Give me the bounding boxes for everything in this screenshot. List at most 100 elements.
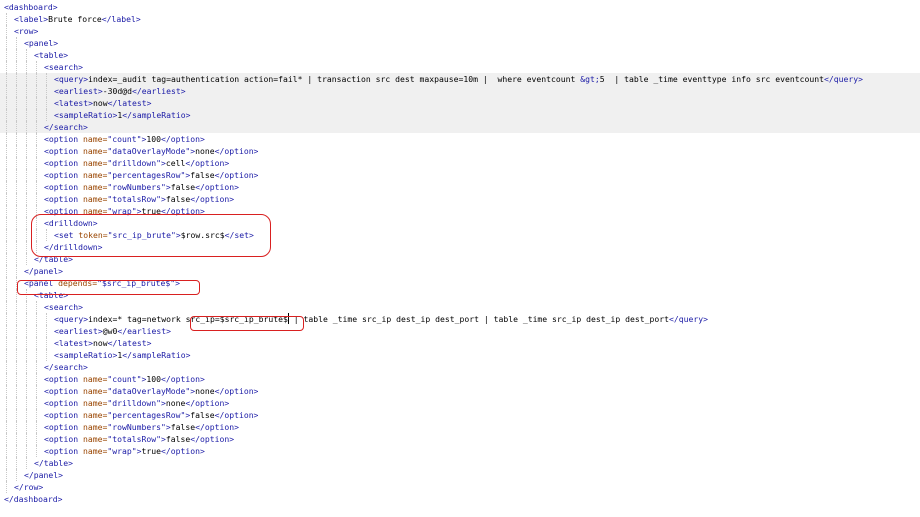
- code-text: <query>index=_audit tag=authentication a…: [54, 73, 863, 85]
- code-line[interactable]: </row>: [0, 481, 920, 493]
- code-text: <earliest>-30d@d</earliest>: [54, 85, 186, 97]
- indent-guide: [6, 97, 7, 109]
- code-line[interactable]: <latest>now</latest>: [0, 337, 920, 349]
- code-line[interactable]: <table>: [0, 49, 920, 61]
- indent-guide: [46, 97, 47, 109]
- indent-guide: [6, 109, 7, 121]
- code-line[interactable]: <option name="totalsRow">false</option>: [0, 193, 920, 205]
- code-token-attr: name=: [82, 194, 108, 204]
- indent-guide: [26, 325, 27, 337]
- code-line[interactable]: </drilldown>: [0, 241, 920, 253]
- code-line[interactable]: <sampleRatio>1</sampleRatio>: [0, 349, 920, 361]
- code-token-str: "rowNumbers": [107, 182, 166, 192]
- indent-guide: [26, 133, 27, 145]
- code-token-tag: </table>: [34, 254, 73, 264]
- code-line[interactable]: <dashboard>: [0, 1, 920, 13]
- code-token-tag: </option>: [190, 194, 235, 204]
- code-text: <sampleRatio>1</sampleRatio>: [54, 109, 190, 121]
- indent-guide: [26, 181, 27, 193]
- code-text: </dashboard>: [4, 493, 62, 505]
- code-line[interactable]: <search>: [0, 61, 920, 73]
- indent-guide: [16, 301, 17, 313]
- code-token-tag: </option>: [214, 410, 259, 420]
- code-line[interactable]: <earliest>-30d@d</earliest>: [0, 85, 920, 97]
- code-line[interactable]: </panel>: [0, 469, 920, 481]
- indent-guide: [36, 337, 37, 349]
- indent-guide: [16, 385, 17, 397]
- code-line[interactable]: <query>index=* tag=network src_ip=$src_i…: [0, 313, 920, 325]
- code-token-attr: name=: [82, 134, 108, 144]
- code-line[interactable]: <search>: [0, 301, 920, 313]
- code-token-tag: <search>: [44, 302, 83, 312]
- code-text: <option name="rowNumbers">false</option>: [44, 421, 239, 433]
- indent-guide: [6, 145, 7, 157]
- code-token-txt: none: [195, 386, 215, 396]
- indent-guide: [46, 349, 47, 361]
- code-line[interactable]: <set token="src_ip_brute">$row.src$</set…: [0, 229, 920, 241]
- code-token-tag: </earliest>: [131, 86, 186, 96]
- code-line[interactable]: <panel depends="$src_ip_brute$">: [0, 277, 920, 289]
- code-line[interactable]: </search>: [0, 361, 920, 373]
- indent-guide: [16, 337, 17, 349]
- code-text: <option name="rowNumbers">false</option>: [44, 181, 239, 193]
- code-token-tag: <earliest>: [54, 86, 103, 96]
- code-line[interactable]: <option name="wrap">true</option>: [0, 445, 920, 457]
- code-line[interactable]: <option name="drilldown">cell</option>: [0, 157, 920, 169]
- indent-guide: [16, 397, 17, 409]
- code-line[interactable]: <option name="rowNumbers">false</option>: [0, 421, 920, 433]
- code-line[interactable]: <row>: [0, 25, 920, 37]
- code-line[interactable]: <drilldown>: [0, 217, 920, 229]
- indent-guide: [6, 289, 7, 301]
- code-text: <option name="wrap">true</option>: [44, 445, 205, 457]
- code-line[interactable]: <earliest>@w0</earliest>: [0, 325, 920, 337]
- indent-guide: [16, 73, 17, 85]
- code-line[interactable]: <query>index=_audit tag=authentication a…: [0, 73, 920, 85]
- code-line[interactable]: <option name="wrap">true</option>: [0, 205, 920, 217]
- indent-guide: [6, 325, 7, 337]
- code-token-txt: @w0: [102, 326, 118, 336]
- code-line[interactable]: </table>: [0, 457, 920, 469]
- code-token-str: "totalsRow": [107, 194, 161, 204]
- indent-guide: [16, 109, 17, 121]
- indent-guide: [16, 133, 17, 145]
- code-line[interactable]: <latest>now</latest>: [0, 97, 920, 109]
- code-text: <sampleRatio>1</sampleRatio>: [54, 349, 190, 361]
- code-line[interactable]: <sampleRatio>1</sampleRatio>: [0, 109, 920, 121]
- code-line[interactable]: <option name="totalsRow">false</option>: [0, 433, 920, 445]
- code-line[interactable]: <option name="count">100</option>: [0, 133, 920, 145]
- code-line[interactable]: </search>: [0, 121, 920, 133]
- code-line[interactable]: <panel>: [0, 37, 920, 49]
- indent-guide: [36, 313, 37, 325]
- indent-guide: [6, 265, 7, 277]
- indent-guide: [36, 385, 37, 397]
- code-token-tag: </option>: [195, 422, 239, 432]
- code-line[interactable]: </panel>: [0, 265, 920, 277]
- code-text: <option name="dataOverlayMode">none</opt…: [44, 145, 258, 157]
- code-line[interactable]: <table>: [0, 289, 920, 301]
- code-token-tag: <dashboard>: [4, 2, 58, 12]
- indent-guide: [6, 409, 7, 421]
- code-line[interactable]: <option name="dataOverlayMode">none</opt…: [0, 145, 920, 157]
- code-line[interactable]: <option name="count">100</option>: [0, 373, 920, 385]
- code-line[interactable]: </dashboard>: [0, 493, 920, 505]
- code-line[interactable]: </table>: [0, 253, 920, 265]
- indent-guide: [16, 361, 17, 373]
- indent-guide: [6, 481, 7, 493]
- code-line[interactable]: <option name="drilldown">none</option>: [0, 397, 920, 409]
- code-token-attr: name=: [82, 170, 108, 180]
- indent-guide: [36, 433, 37, 445]
- code-line[interactable]: <option name="rowNumbers">false</option>: [0, 181, 920, 193]
- indent-guide: [26, 313, 27, 325]
- code-token-attr: name=: [82, 422, 108, 432]
- indent-guide: [16, 265, 17, 277]
- code-line[interactable]: <label>Brute force</label>: [0, 13, 920, 25]
- code-token-tag: </option>: [185, 158, 230, 168]
- code-editor[interactable]: <dashboard> <label>Brute force</label> <ro…: [0, 0, 920, 517]
- code-line[interactable]: <option name="dataOverlayMode">none</opt…: [0, 385, 920, 397]
- code-token-txt: 5 | table _time eventtype info src event…: [599, 74, 824, 84]
- indent-guide: [36, 301, 37, 313]
- code-token-tag: <option: [44, 134, 83, 144]
- code-line[interactable]: <option name="percentagesRow">false</opt…: [0, 169, 920, 181]
- indent-guide: [16, 97, 17, 109]
- code-line[interactable]: <option name="percentagesRow">false</opt…: [0, 409, 920, 421]
